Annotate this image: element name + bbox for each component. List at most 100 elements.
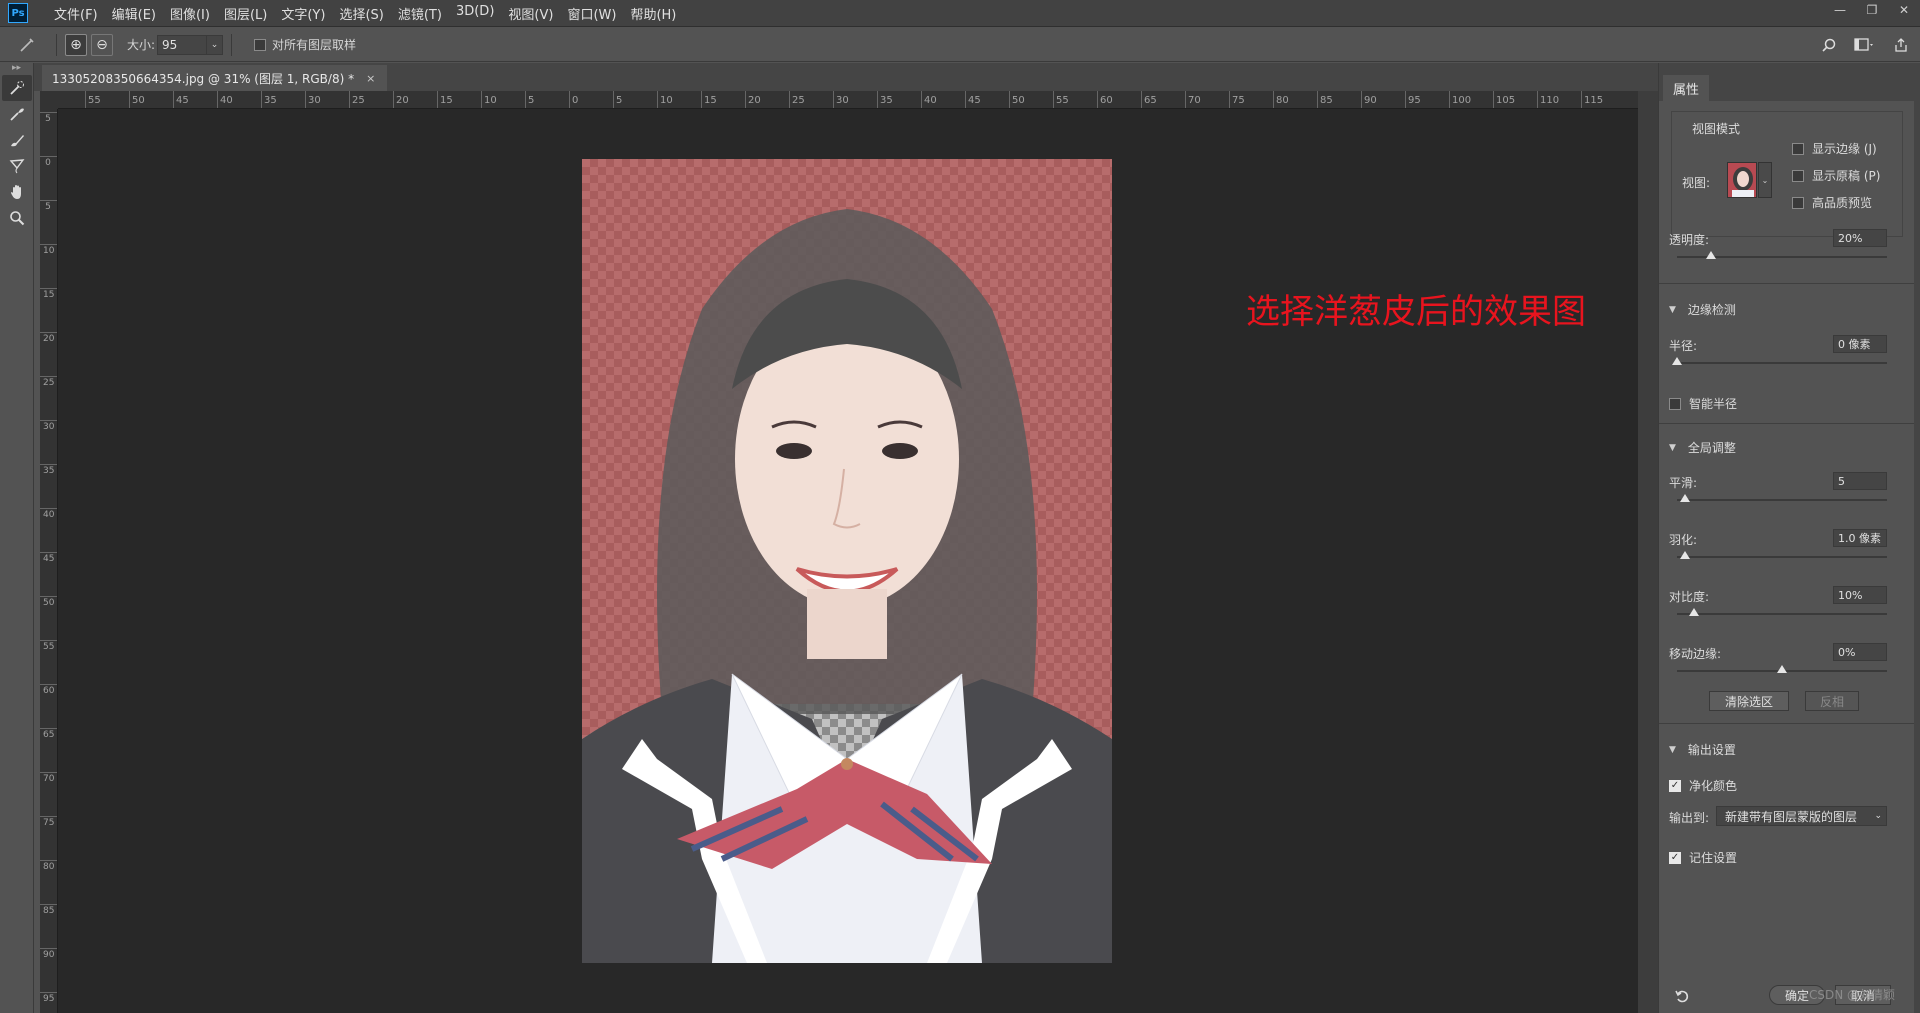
restore-button[interactable]: ❐ [1856,0,1888,20]
show-edge-label: 显示边缘 (J) [1812,142,1877,156]
share-icon[interactable] [1890,34,1912,56]
toolbar-grip-icon[interactable]: ▸▸ [0,63,33,75]
edge-detection-header[interactable]: ▼ 边缘检测 [1669,301,1736,318]
photoshop-logo: Ps [8,3,28,23]
ruler-tick-label: 20 [393,91,409,108]
show-edge-check-icon[interactable] [1792,142,1804,155]
section-divider [1659,423,1915,424]
contrast-input[interactable]: 10% [1833,586,1887,604]
ruler-tick-label: 0 [40,156,57,168]
radius-input[interactable]: 0 像素 [1833,335,1887,353]
remember-settings-check-icon[interactable]: ✓ [1669,851,1681,864]
hq-preview-check-icon[interactable] [1792,196,1804,209]
tab-properties[interactable]: 属性 [1663,75,1710,101]
menu-item[interactable]: 窗口(W) [567,4,616,23]
smooth-input[interactable]: 5 [1833,472,1887,490]
zoom-tool-icon[interactable] [2,205,32,231]
properties-scrollbar[interactable] [1914,101,1920,1013]
add-to-selection-icon[interactable]: ⊕ [65,33,87,56]
ruler-tick-label: 35 [877,91,893,108]
close-tab-icon[interactable]: × [366,72,375,85]
radius-slider[interactable] [1672,357,1887,365]
section-divider [1659,283,1915,284]
view-mode-thumbnail[interactable] [1727,162,1757,198]
search-icon[interactable] [1818,34,1840,56]
menu-item[interactable]: 视图(V) [508,4,553,23]
minimize-button[interactable]: — [1824,0,1856,20]
feather-slider-thumb[interactable] [1680,551,1691,559]
size-dropdown-icon[interactable]: ⌄ [207,34,224,55]
sample-all-layers-checkbox[interactable]: 对所有图层取样 [254,36,356,53]
document-tab[interactable]: 13305208350664354.jpg @ 31% (图层 1, RGB/8… [42,65,388,91]
contrast-slider[interactable] [1677,608,1887,616]
menu-item[interactable]: 文字(Y) [281,4,325,23]
feather-slider[interactable] [1677,551,1887,559]
contrast-slider-thumb[interactable] [1688,608,1699,616]
sample-all-layers-label: 对所有图层取样 [272,38,357,52]
smooth-slider-thumb[interactable] [1680,494,1691,502]
canvas-vertical-scrollbar[interactable] [1638,91,1658,1013]
smooth-slider[interactable] [1677,494,1887,502]
menu-item[interactable]: 文件(F) [54,4,98,23]
global-refine-header[interactable]: ▼ 全局调整 [1669,439,1736,456]
opacity-input[interactable]: 20% [1833,229,1887,247]
opacity-slider-thumb[interactable] [1705,251,1716,259]
menu-item[interactable]: 图层(L) [224,4,267,23]
show-original-checkbox[interactable]: 显示原稿 (P) [1792,167,1880,184]
quick-selection-tool-icon[interactable] [2,75,32,101]
hq-preview-checkbox[interactable]: 高品质预览 [1792,194,1872,211]
ruler-tick-label: 40 [217,91,233,108]
canvas-area[interactable]: 选择洋葱皮后的效果图 [58,109,1638,1013]
ruler-tick-label: 105 [1492,91,1516,108]
refine-edge-brush-icon[interactable] [2,101,32,127]
decontaminate-checkbox[interactable]: ✓ 净化颜色 [1669,777,1737,794]
menu-item[interactable]: 滤镜(T) [398,4,442,23]
menu-item[interactable]: 选择(S) [339,4,383,23]
clear-selection-button[interactable]: 清除选区 [1709,691,1789,711]
smart-radius-checkbox[interactable]: 智能半径 [1669,395,1737,412]
brush-tool-icon[interactable] [2,127,32,153]
shift-edge-slider[interactable] [1677,665,1887,673]
horizontal-ruler[interactable]: 55 50 45 40 35 30 25 20 15 10 5 0 5 10 15 20 25 30 35 40 45 5… [58,91,1638,109]
smart-radius-check-icon[interactable] [1669,397,1681,410]
output-to-select[interactable]: 新建带有图层蒙版的图层 ⌄ [1716,806,1887,826]
menu-item[interactable]: 3D(D) [456,4,494,23]
size-input[interactable] [157,34,208,55]
feather-input[interactable]: 1.0 像素 [1833,529,1887,547]
opacity-slider[interactable] [1677,251,1887,259]
show-edge-checkbox[interactable]: 显示边缘 (J) [1792,140,1877,157]
ruler-tick-label: 5 [40,112,57,124]
ruler-tick-label: 85 [40,904,57,916]
radius-slider-thumb[interactable] [1672,357,1682,365]
view-mode-dropdown-icon[interactable]: ⌄ [1758,162,1772,198]
ruler-tick-label: 85 [1317,91,1333,108]
reset-icon[interactable] [1671,985,1693,1007]
hand-tool-icon[interactable] [2,179,32,205]
sample-all-layers-check-icon[interactable] [254,38,267,51]
close-button[interactable]: ✕ [1888,0,1920,20]
tool-preset-icon[interactable] [16,34,38,56]
shift-edge-input[interactable]: 0% [1833,643,1887,661]
ruler-tick-label: 15 [437,91,453,108]
show-original-check-icon[interactable] [1792,169,1804,182]
vertical-ruler[interactable]: 5 0 5 10 15 20 25 30 35 40 45 50 55 60 65 70 75 80 85 90 95 [40,109,58,1013]
ruler-tick-label: 95 [40,992,57,1004]
invert-button[interactable]: 反相 [1805,691,1859,711]
menu-item[interactable]: 帮助(H) [630,4,676,23]
ruler-tick-label: 70 [1185,91,1201,108]
subtract-from-selection-icon[interactable]: ⊖ [91,33,113,56]
shift-edge-slider-thumb[interactable] [1777,665,1787,673]
menu-item[interactable]: 图像(I) [170,4,210,23]
output-settings-header[interactable]: ▼ 输出设置 [1669,741,1736,758]
ruler-tick-label: 5 [40,200,57,212]
workspace-icon[interactable] [1854,34,1876,56]
lasso-tool-icon[interactable] [2,153,32,179]
menu-item[interactable]: 编辑(E) [112,4,156,23]
ruler-tick-label: 5 [524,91,535,108]
decontaminate-check-icon[interactable]: ✓ [1669,779,1681,792]
view-mode-group: 视图模式 视图: ⌄ 显示边缘 (J) 显示原稿 (P) 高品质预览 [1671,111,1903,237]
ruler-tick-label: 115 [1580,91,1604,108]
remember-settings-checkbox[interactable]: ✓ 记住设置 [1669,849,1737,866]
onion-skin-preview[interactable] [582,159,1112,963]
output-to-value: 新建带有图层蒙版的图层 [1725,809,1858,824]
